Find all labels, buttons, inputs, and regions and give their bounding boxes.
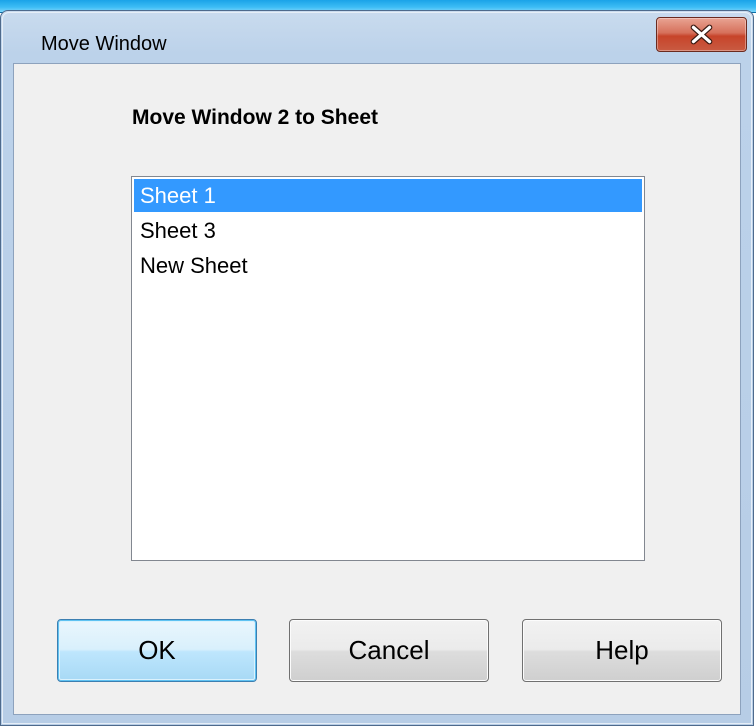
close-button[interactable] bbox=[656, 17, 747, 52]
list-item-sheet-3[interactable]: Sheet 3 bbox=[134, 214, 642, 247]
close-icon bbox=[690, 24, 713, 45]
ok-button[interactable]: OK bbox=[57, 619, 257, 682]
dialog-prompt: Move Window 2 to Sheet bbox=[132, 106, 378, 129]
cancel-button[interactable]: Cancel bbox=[289, 619, 489, 682]
dialog-client-area: Move Window 2 to Sheet Sheet 1 Sheet 3 N… bbox=[13, 63, 741, 715]
list-item-new-sheet[interactable]: New Sheet bbox=[134, 249, 642, 282]
window-title: Move Window bbox=[41, 33, 167, 55]
sheet-listbox[interactable]: Sheet 1 Sheet 3 New Sheet bbox=[131, 176, 645, 561]
list-item-sheet-1[interactable]: Sheet 1 bbox=[134, 179, 642, 212]
move-window-dialog: Move Window Move Window 2 to Sheet Sheet… bbox=[0, 10, 754, 726]
help-button[interactable]: Help bbox=[522, 619, 722, 682]
